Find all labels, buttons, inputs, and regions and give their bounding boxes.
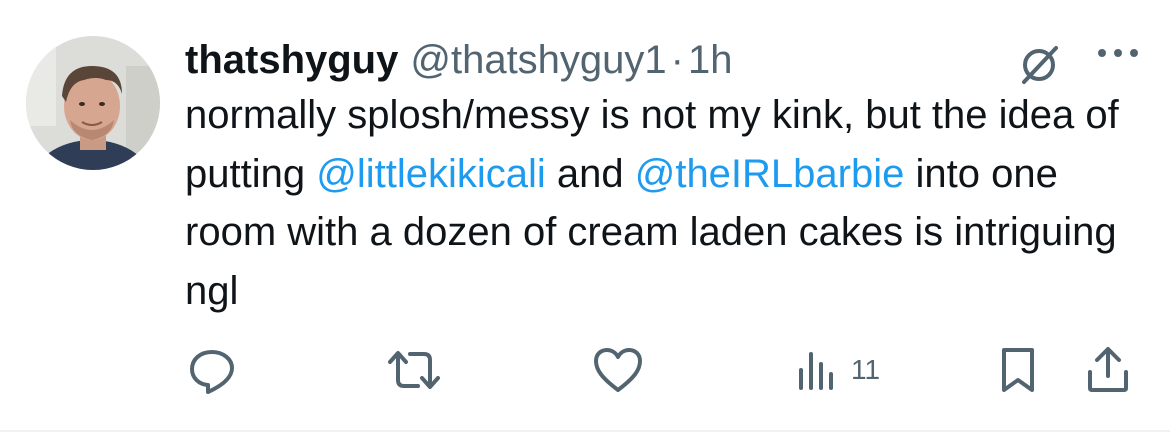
more-horizontal-icon[interactable] [1090,38,1146,68]
tweet-text: normally splosh/messy is not my kink, bu… [185,86,1145,320]
bookmark-button[interactable] [996,340,1040,400]
retweet-button[interactable] [384,340,444,400]
timestamp[interactable]: 1h [688,32,733,88]
mention-link[interactable]: @theIRLbarbie [635,152,905,196]
divider [0,430,1170,432]
views-count: 11 [851,354,881,385]
reply-icon [190,350,234,394]
bookmark-icon [1002,348,1034,392]
views-button[interactable]: 11 [795,340,880,400]
share-button[interactable] [1082,340,1134,400]
mention-link[interactable]: @littlekikicali [316,152,546,196]
avatar[interactable] [26,36,160,170]
tweet-header: thatshyguy @thatshyguy1 · 1h [185,32,733,88]
tweet-text-segment: and [545,151,635,196]
retweet-icon [388,351,440,389]
user-handle[interactable]: @thatshyguy1 [410,32,666,88]
action-bar: 11 [0,340,1170,400]
avatar-image [26,36,160,170]
share-icon [1088,347,1128,392]
grok-icon[interactable] [1012,36,1068,92]
heart-icon [594,348,642,392]
like-button[interactable] [590,340,646,400]
reply-button[interactable] [186,340,238,400]
display-name[interactable]: thatshyguy [185,32,398,88]
tweet[interactable]: thatshyguy @thatshyguy1 · 1h normally sp… [0,0,1170,444]
header-separator: · [670,38,684,82]
views-bar-chart-icon [799,352,833,390]
